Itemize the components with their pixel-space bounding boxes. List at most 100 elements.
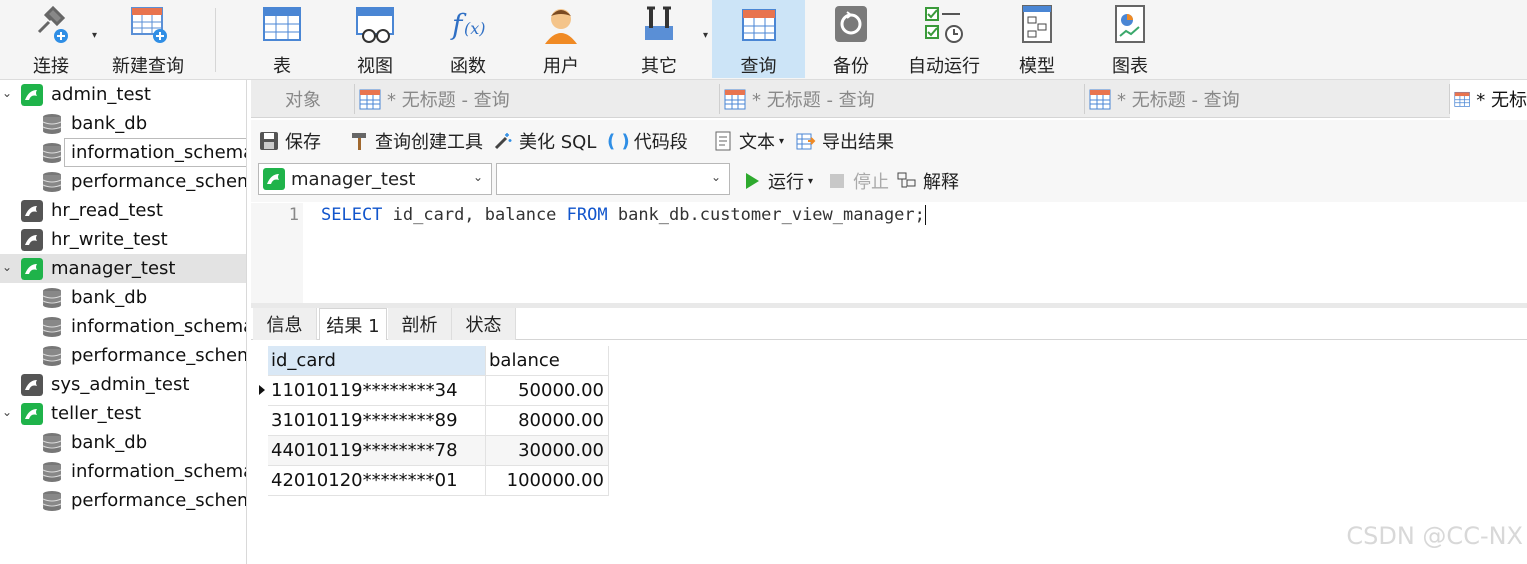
tab-info[interactable]: 信息 — [253, 308, 317, 340]
table-cell[interactable]: 80000.00 — [486, 406, 609, 436]
table-button[interactable]: 表 — [250, 0, 314, 78]
export-results-button[interactable]: 导出结果 — [796, 128, 894, 154]
tab-result-1[interactable]: 结果 1 — [319, 308, 387, 340]
connect-label: 连接 — [33, 56, 69, 77]
tab-objects[interactable]: 对象 — [285, 80, 321, 118]
user-button[interactable]: 用户 — [529, 0, 593, 78]
mysql-connection-icon — [21, 229, 43, 251]
tree-item-label: performance_schema — [71, 171, 247, 192]
auto-run-icon — [924, 4, 964, 44]
function-icon: f (x) — [448, 4, 488, 44]
tree-connection-manager-test[interactable]: ⌄ manager_test — [0, 254, 246, 283]
tree-database-performance-schema[interactable]: performance_schema — [0, 341, 246, 370]
save-label: 保存 — [285, 132, 321, 153]
result-tabs: 信息 结果 1 剖析 状态 — [251, 308, 1527, 340]
tree-connection-teller-test[interactable]: ⌄ teller_test — [0, 399, 246, 428]
stop-icon — [830, 174, 844, 188]
tree-database-information-schema[interactable]: information_schema — [0, 312, 246, 341]
explain-icon — [897, 172, 916, 188]
tab-divider — [354, 84, 355, 114]
table-cell[interactable]: 11010119********34 — [268, 376, 486, 406]
export-icon — [796, 133, 816, 150]
tab-label: * 无标题 - 查询 — [752, 90, 875, 111]
save-icon — [260, 132, 278, 150]
explain-label: 解释 — [923, 172, 959, 193]
query-label: 查询 — [740, 56, 777, 77]
connection-select[interactable]: manager_test ⌄ — [258, 163, 492, 195]
model-icon — [1017, 4, 1057, 44]
tree-database-bank-db[interactable]: bank_db — [0, 283, 246, 312]
tab-query-4-active[interactable]: * 无标 — [1450, 80, 1527, 118]
tree-connection-admin-test[interactable]: ⌄ admin_test — [0, 80, 246, 109]
tree-connection-hr-read-test[interactable]: hr_read_test — [0, 196, 246, 225]
tab-query-3[interactable]: * 无标题 - 查询 — [1089, 80, 1240, 118]
connect-button[interactable]: 连接 — [18, 0, 84, 78]
query-builder-button[interactable]: 查询创建工具 — [349, 128, 483, 154]
tab-query-2[interactable]: * 无标题 - 查询 — [724, 80, 875, 118]
query-builder-label: 查询创建工具 — [375, 132, 483, 153]
column-header-id-card[interactable]: id_card — [268, 346, 486, 376]
line-number: 1 — [288, 205, 299, 225]
beautify-sql-button[interactable]: 美化 SQL — [493, 128, 596, 154]
query-button[interactable]: 查询 — [712, 0, 805, 78]
database-icon — [42, 143, 62, 163]
expand-chevron-icon[interactable]: ⌄ — [2, 86, 12, 100]
tree-database-information-schema[interactable]: information_schema — [0, 457, 246, 486]
tree-database-bank-db[interactable]: bank_db — [0, 109, 246, 138]
tree-database-bank-db[interactable]: bank_db — [0, 428, 246, 457]
table-cell[interactable]: 30000.00 — [486, 436, 609, 466]
stop-button[interactable]: 停止 — [827, 168, 889, 194]
view-button[interactable]: 视图 — [343, 0, 407, 78]
run-dropdown-icon[interactable]: ▾ — [808, 176, 813, 187]
save-button[interactable]: 保存 — [259, 128, 321, 154]
tab-label: 状态 — [465, 315, 502, 336]
code-snippet-button[interactable]: ( ) 代码段 — [607, 128, 688, 154]
sql-editor[interactable]: 1 SELECT id_card, balance FROM bank_db.c… — [251, 203, 1527, 303]
expand-chevron-icon[interactable]: ⌄ — [2, 405, 12, 419]
database-select[interactable]: ⌄ — [496, 163, 730, 195]
model-button[interactable]: 模型 — [1005, 0, 1069, 78]
tree-item-label: sys_admin_test — [51, 374, 190, 395]
table-cell[interactable]: 100000.00 — [486, 466, 609, 496]
backup-button[interactable]: 备份 — [819, 0, 883, 78]
explain-button[interactable]: 解释 — [897, 168, 959, 194]
column-header-balance[interactable]: balance — [486, 346, 609, 376]
text-mode-button[interactable]: 文本 ▾ — [713, 128, 784, 154]
mysql-connection-icon — [21, 200, 43, 222]
sql-code-line[interactable]: SELECT id_card, balance FROM bank_db.cus… — [321, 205, 926, 225]
new-query-button[interactable]: 新建查询 — [106, 0, 190, 78]
chevron-down-icon: ⌄ — [710, 170, 721, 184]
tree-item-label: performance_schema — [71, 490, 247, 511]
tree-connection-hr-write-test[interactable]: hr_write_test — [0, 225, 246, 254]
table-cell[interactable]: 44010119********78 — [268, 436, 486, 466]
other-button[interactable]: 其它 — [627, 0, 691, 78]
connect-dropdown-icon[interactable]: ▾ — [92, 30, 97, 41]
mysql-connection-icon — [263, 168, 285, 190]
table-cell[interactable]: 42010120********01 — [268, 466, 486, 496]
tab-query-1[interactable]: * 无标题 - 查询 — [359, 80, 510, 118]
tools-icon — [639, 4, 679, 44]
tree-connection-sys-admin-test[interactable]: sys_admin_test — [0, 370, 246, 399]
tree-item-label: hr_read_test — [51, 200, 163, 221]
model-label: 模型 — [1019, 56, 1055, 77]
sql-text: bank_db.customer_view_manager; — [607, 205, 925, 225]
tree-database-information-schema[interactable]: information_schema — [0, 138, 246, 167]
table-cell[interactable]: 50000.00 — [486, 376, 609, 406]
tree-item-label: admin_test — [51, 84, 151, 105]
tree-database-performance-schema[interactable]: performance_schema — [0, 167, 247, 196]
table-cell[interactable]: 31010119********89 — [268, 406, 486, 436]
other-dropdown-icon[interactable]: ▾ — [703, 30, 708, 41]
auto-run-button[interactable]: 自动运行 — [904, 0, 984, 78]
chart-button[interactable]: 图表 — [1098, 0, 1162, 78]
database-icon — [42, 317, 62, 337]
tab-profile[interactable]: 剖析 — [388, 308, 452, 340]
chevron-down-icon: ⌄ — [472, 170, 483, 184]
text-dropdown-icon[interactable]: ▾ — [779, 136, 784, 147]
function-button[interactable]: f (x) 函数 — [436, 0, 500, 78]
tab-status[interactable]: 状态 — [452, 308, 516, 340]
view-label: 视图 — [357, 56, 393, 77]
run-button[interactable]: 运行 ▾ — [742, 168, 813, 194]
tree-database-performance-schema[interactable]: performance_schema — [0, 486, 247, 515]
expand-chevron-icon[interactable]: ⌄ — [2, 260, 12, 274]
current-row-indicator-icon — [259, 385, 265, 395]
